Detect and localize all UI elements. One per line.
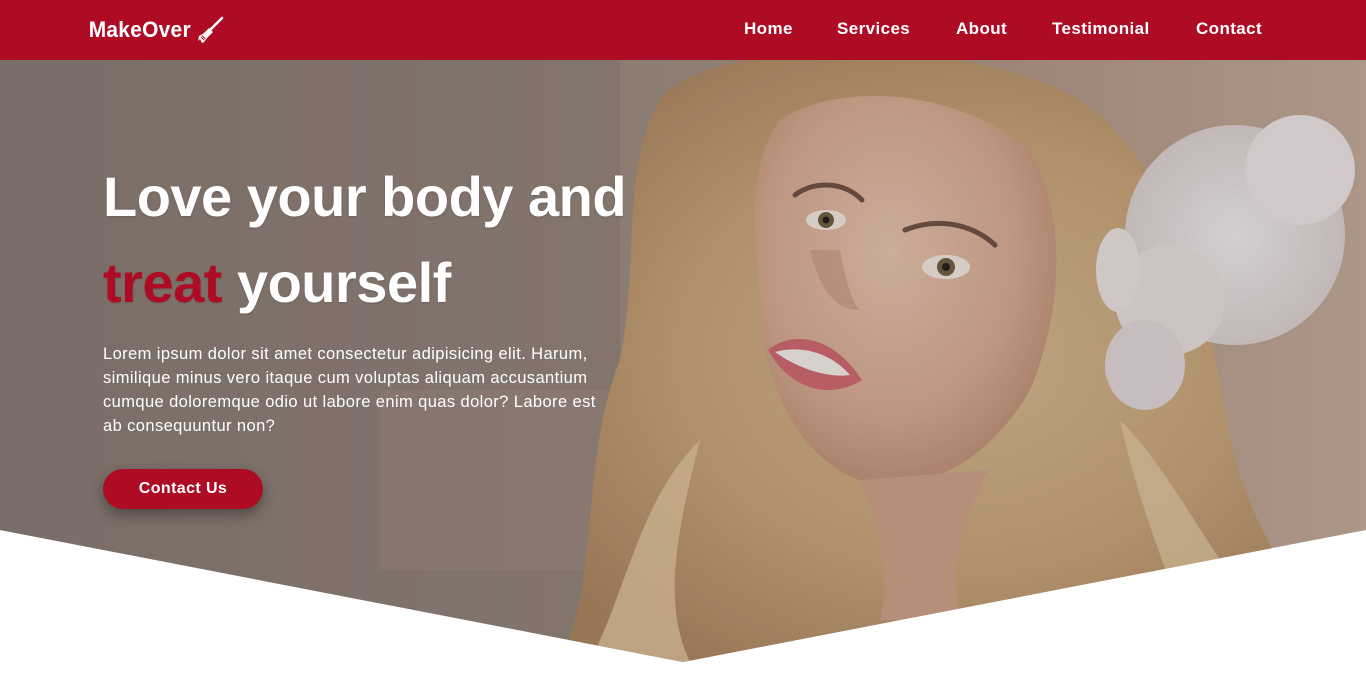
hero-headline: Love your body and treat yourself — [103, 154, 643, 326]
nav-contact[interactable]: Contact — [1196, 19, 1262, 39]
headline-line-1: Love your body and — [103, 165, 627, 228]
hero-section: Love your body and treat yourself Lorem … — [0, 60, 1366, 662]
contact-us-button[interactable]: Contact Us — [103, 469, 263, 509]
navbar: MakeOver Home Services About Testimonial… — [0, 0, 1366, 60]
nav-about[interactable]: About — [956, 19, 1007, 39]
nav-services[interactable]: Services — [837, 19, 910, 39]
nav-home[interactable]: Home — [744, 19, 793, 39]
headline-accent: treat — [103, 251, 222, 314]
hero-description: Lorem ipsum dolor sit amet consectetur a… — [103, 345, 596, 435]
nav-testimonial[interactable]: Testimonial — [1052, 19, 1150, 39]
headline-rest: yourself — [221, 251, 451, 314]
main-nav: Home Services About Testimonial Contact — [0, 19, 1366, 41]
